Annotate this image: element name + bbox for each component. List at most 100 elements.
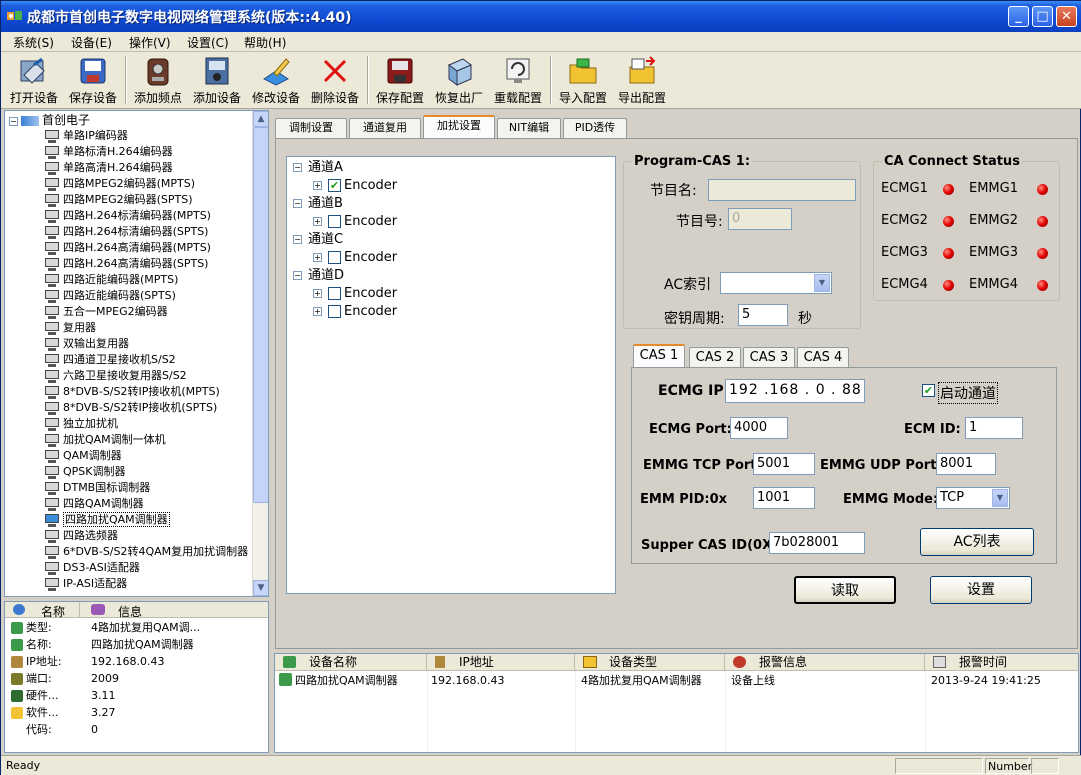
save-device-button[interactable]: 保存设备 <box>65 55 121 107</box>
channel-node[interactable]: − 通道A <box>293 159 343 177</box>
program-name-field[interactable] <box>708 179 856 201</box>
set-button[interactable]: 设置 <box>930 576 1032 604</box>
tree-item[interactable]: 四路近能编码器(SPTS) <box>43 288 176 304</box>
tree-item[interactable]: 单路标清H.264编码器 <box>43 144 173 160</box>
tree-root[interactable]: − 首创电子 <box>9 112 90 128</box>
program-number-field[interactable]: 0 <box>728 208 792 230</box>
maximize-button[interactable]: □ <box>1032 6 1053 27</box>
tree-item[interactable]: 双输出复用器 <box>43 336 129 352</box>
ecm-id-field[interactable]: 1 <box>965 417 1023 439</box>
tree-item[interactable]: IP-ASI适配器 <box>43 576 127 592</box>
tree-item[interactable]: 五合一MPEG2编码器 <box>43 304 168 320</box>
tab-modulation[interactable]: 调制设置 <box>275 118 347 138</box>
delete-device-button[interactable]: 删除设备 <box>307 55 363 107</box>
tree-item[interactable]: 四路H.264标清编码器(SPTS) <box>43 224 208 240</box>
tab-scramble[interactable]: 加扰设置 <box>423 115 495 138</box>
tree-item[interactable]: 六路卫星接收复用器S/S2 <box>43 368 187 384</box>
import-config-button[interactable]: 导入配置 <box>555 55 611 107</box>
tree-item[interactable]: 复用器 <box>43 320 96 336</box>
scroll-thumb[interactable] <box>253 127 268 503</box>
encoder-node[interactable]: + Encoder <box>313 303 397 321</box>
tree-item[interactable]: 加扰QAM调制一体机 <box>43 432 166 448</box>
channel-node[interactable]: − 通道C <box>293 231 343 249</box>
col-alarm-time[interactable]: 报警时间 <box>925 654 1078 671</box>
tree-item[interactable]: 四通道卫星接收机S/S2 <box>43 352 176 368</box>
encoder-node[interactable]: + Encoder <box>313 249 397 267</box>
tree-item[interactable]: 四路QAM调制器 <box>43 496 144 512</box>
save-config-button[interactable]: 保存配置 <box>372 55 428 107</box>
encoder-node[interactable]: + ✔ Encoder <box>313 177 397 195</box>
ac-index-select[interactable]: ▼ <box>720 272 832 294</box>
encoder-checkbox[interactable] <box>328 305 341 318</box>
tree-item[interactable]: 四路MPEG2编码器(MPTS) <box>43 176 195 192</box>
ac-list-button[interactable]: AC列表 <box>920 528 1034 556</box>
tree-item[interactable]: 单路高清H.264编码器 <box>43 160 173 176</box>
export-config-button[interactable]: 导出配置 <box>614 55 670 107</box>
col-alarm-info[interactable]: 报警信息 <box>725 654 925 671</box>
emmg-udp-port-field[interactable]: 8001 <box>936 453 996 475</box>
tree-item[interactable]: 8*DVB-S/S2转IP接收机(SPTS) <box>43 400 217 416</box>
menu-help[interactable]: 帮助(H) <box>244 34 286 51</box>
encoder-node[interactable]: + Encoder <box>313 213 397 231</box>
encoder-checkbox[interactable] <box>328 287 341 300</box>
edit-device-button[interactable]: 修改设备 <box>248 55 304 107</box>
tree-item[interactable]: DS3-ASI适配器 <box>43 560 140 576</box>
tab-cas-2[interactable]: CAS 2 <box>689 347 741 368</box>
channel-node[interactable]: − 通道B <box>293 195 343 213</box>
tab-cas-4[interactable]: CAS 4 <box>797 347 849 368</box>
ecmg-ip-field[interactable]: 192 .168 . 0 . 88 <box>725 379 865 403</box>
tree-item[interactable]: 单路IP编码器 <box>43 128 128 144</box>
emmg-mode-select[interactable]: TCP ▼ <box>936 487 1010 509</box>
tree-item[interactable]: 四路H.264高清编码器(SPTS) <box>43 256 208 272</box>
col-ip-address[interactable]: IP地址 <box>427 654 575 671</box>
menu-settings[interactable]: 设置(C) <box>187 34 229 51</box>
tree-scrollbar[interactable]: ▲ ▼ <box>252 111 268 596</box>
menu-operate[interactable]: 操作(V) <box>129 34 171 51</box>
open-device-button[interactable]: 打开设备 <box>6 55 62 107</box>
tree-item[interactable]: 四路加扰QAM调制器 <box>43 512 170 528</box>
add-frequency-button[interactable]: 添加频点 <box>130 55 186 107</box>
menu-device[interactable]: 设备(E) <box>71 34 112 51</box>
tree-item[interactable]: 四路MPEG2编码器(SPTS) <box>43 192 193 208</box>
tab-cas-1[interactable]: CAS 1 <box>633 344 685 368</box>
tab-channel-mux[interactable]: 通道复用 <box>349 118 421 138</box>
scroll-up-button[interactable]: ▲ <box>253 111 268 127</box>
minimize-button[interactable]: _ <box>1008 6 1029 27</box>
tree-item[interactable]: 8*DVB-S/S2转IP接收机(MPTS) <box>43 384 220 400</box>
super-cas-id-field[interactable]: 7b028001 <box>769 532 865 554</box>
encoder-checkbox[interactable] <box>328 215 341 228</box>
tab-nit-edit[interactable]: NIT编辑 <box>497 118 561 138</box>
read-button[interactable]: 读取 <box>794 576 896 604</box>
emmg-tcp-port-field[interactable]: 5001 <box>753 453 815 475</box>
ecmg-port-field[interactable]: 4000 <box>730 417 788 439</box>
reload-config-button[interactable]: 重载配置 <box>490 55 546 107</box>
key-period-field[interactable]: 5 <box>738 304 788 326</box>
encoder-node[interactable]: + Encoder <box>313 285 397 303</box>
tab-pid-passthrough[interactable]: PID透传 <box>563 118 627 138</box>
close-button[interactable]: ✕ <box>1056 6 1077 27</box>
encoder-checkbox[interactable]: ✔ <box>328 179 341 192</box>
tab-cas-3[interactable]: CAS 3 <box>743 347 795 368</box>
tree-item[interactable]: QPSK调制器 <box>43 464 126 480</box>
tree-item[interactable]: QAM调制器 <box>43 448 122 464</box>
factory-reset-button[interactable]: 恢复出厂 <box>431 55 487 107</box>
tree-item[interactable]: 四路选频器 <box>43 528 118 544</box>
tree-item[interactable]: 四路近能编码器(MPTS) <box>43 272 178 288</box>
tree-item[interactable]: 四路H.264标清编码器(MPTS) <box>43 208 211 224</box>
col-device-type[interactable]: 设备类型 <box>575 654 725 671</box>
add-device-button[interactable]: 添加设备 <box>189 55 245 107</box>
tree-item[interactable]: 6*DVB-S/S2转4QAM复用加扰调制器 <box>43 544 248 560</box>
tree-item[interactable]: DTMB国标调制器 <box>43 480 150 496</box>
chevron-down-icon[interactable]: ▼ <box>992 489 1008 507</box>
channel-node[interactable]: − 通道D <box>293 267 344 285</box>
scroll-down-button[interactable]: ▼ <box>253 580 268 596</box>
tree-item[interactable]: 四路H.264高清编码器(MPTS) <box>43 240 211 256</box>
menu-system[interactable]: 系统(S) <box>13 34 54 51</box>
enable-channel-checkbox[interactable]: ✔ <box>922 384 935 397</box>
emm-pid-field[interactable]: 1001 <box>753 487 815 509</box>
encoder-checkbox[interactable] <box>328 251 341 264</box>
chevron-down-icon[interactable]: ▼ <box>814 274 830 292</box>
col-device-name[interactable]: 设备名称 <box>275 654 427 671</box>
table-row[interactable]: 四路加扰QAM调制器 192.168.0.43 4路加扰复用QAM调制器 设备上… <box>275 673 1078 689</box>
tree-item[interactable]: 独立加扰机 <box>43 416 118 432</box>
